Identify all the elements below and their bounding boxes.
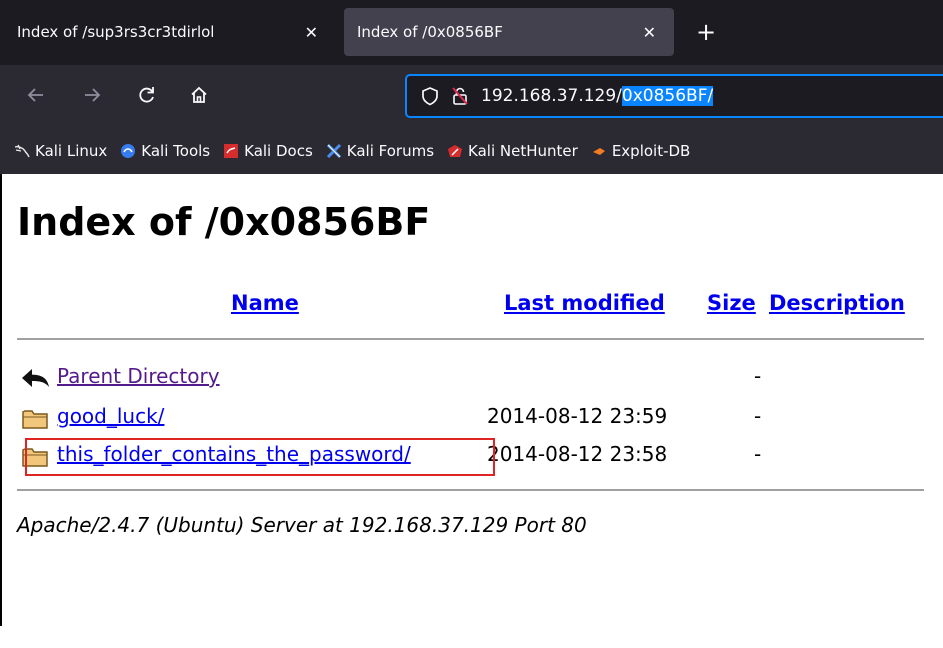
column-last-modified-link[interactable]: Last modified	[504, 291, 665, 315]
kali-tools-icon	[121, 144, 136, 158]
bookmark-label: Kali Forums	[346, 142, 435, 160]
bookmark-kali-linux[interactable]: Kali Linux	[14, 142, 107, 160]
bookmark-kali-tools[interactable]: Kali Tools	[120, 142, 210, 160]
good-luck-folder-link[interactable]: good_luck/	[57, 404, 164, 428]
window-edge	[0, 174, 2, 626]
url-selected-path: 0x0856BF/	[621, 86, 714, 106]
server-signature: Apache/2.4.7 (Ubuntu) Server at 192.168.…	[17, 513, 587, 537]
list-item: Parent Directory -	[17, 362, 924, 392]
close-tab-icon[interactable]: ✕	[305, 23, 318, 42]
header-divider	[17, 338, 924, 340]
bookmark-kali-nethunter[interactable]: Kali NetHunter	[447, 142, 578, 160]
file-size: -	[754, 364, 762, 388]
kali-docs-icon	[224, 144, 239, 158]
tab-label: Index of /0x0856BF	[357, 23, 503, 41]
tab-bar: Index of /sup3rs3cr3tdirlol ✕ Index of /…	[0, 0, 943, 65]
url-bar[interactable]: 192.168.37.129/0x0856BF/	[405, 74, 943, 118]
highlight-annotation-box	[25, 438, 495, 476]
modified-date: 2014-08-12 23:58	[487, 442, 668, 466]
kali-nethunter-icon	[448, 145, 463, 157]
shield-icon	[422, 87, 438, 106]
close-tab-icon[interactable]: ✕	[643, 23, 656, 42]
tab-0x0856bf[interactable]: Index of /0x0856BF ✕	[344, 8, 674, 56]
column-description-link[interactable]: Description	[769, 291, 905, 315]
home-icon	[191, 86, 207, 103]
footer-divider	[17, 489, 924, 491]
reload-icon	[139, 87, 154, 103]
list-item: good_luck/ 2014-08-12 23:59 -	[17, 402, 924, 432]
home-button[interactable]	[185, 81, 213, 109]
column-name-link[interactable]: Name	[231, 291, 299, 315]
reload-button[interactable]	[133, 81, 161, 109]
bookmark-label: Exploit-DB	[611, 142, 691, 160]
bookmark-kali-docs[interactable]: Kali Docs	[223, 142, 313, 160]
back-button[interactable]	[22, 81, 50, 109]
tab-sup3rs3cr3tdirlol[interactable]: Index of /sup3rs3cr3tdirlol ✕	[0, 8, 336, 56]
forward-button[interactable]	[78, 81, 106, 109]
file-size: -	[754, 404, 762, 428]
exploit-db-icon	[592, 148, 605, 155]
parent-directory-link[interactable]: Parent Directory	[57, 364, 220, 388]
new-tab-button[interactable]: +	[692, 18, 720, 46]
bookmark-label: Kali Docs	[244, 142, 313, 160]
folder-icon	[22, 410, 48, 429]
modified-date: 2014-08-12 23:59	[487, 404, 668, 428]
back-arrow-icon	[22, 369, 49, 387]
bookmark-label: Kali Linux	[35, 142, 108, 160]
bookmark-exploit-db[interactable]: Exploit-DB	[591, 142, 691, 160]
url-text[interactable]: 192.168.37.129/0x0856BF/	[481, 86, 714, 106]
insecure-lock-icon	[452, 87, 468, 105]
bookmark-label: Kali Tools	[141, 142, 211, 160]
tab-label: Index of /sup3rs3cr3tdirlol	[17, 23, 215, 41]
page-title: Index of /0x0856BF	[17, 200, 431, 244]
bookmark-kali-forums[interactable]: Kali Forums	[326, 142, 434, 160]
back-arrow-icon	[27, 88, 43, 102]
bookmarks-toolbar: Kali Linux Kali Tools Kali Docs Kali For…	[0, 128, 943, 174]
column-size-link[interactable]: Size	[707, 291, 756, 315]
file-size: -	[754, 442, 762, 466]
forward-arrow-icon	[85, 88, 101, 102]
bookmark-label: Kali NetHunter	[468, 142, 578, 160]
kali-forums-icon	[326, 143, 341, 159]
url-host: 192.168.37.129/	[481, 86, 622, 106]
kali-dragon-icon	[14, 144, 30, 158]
